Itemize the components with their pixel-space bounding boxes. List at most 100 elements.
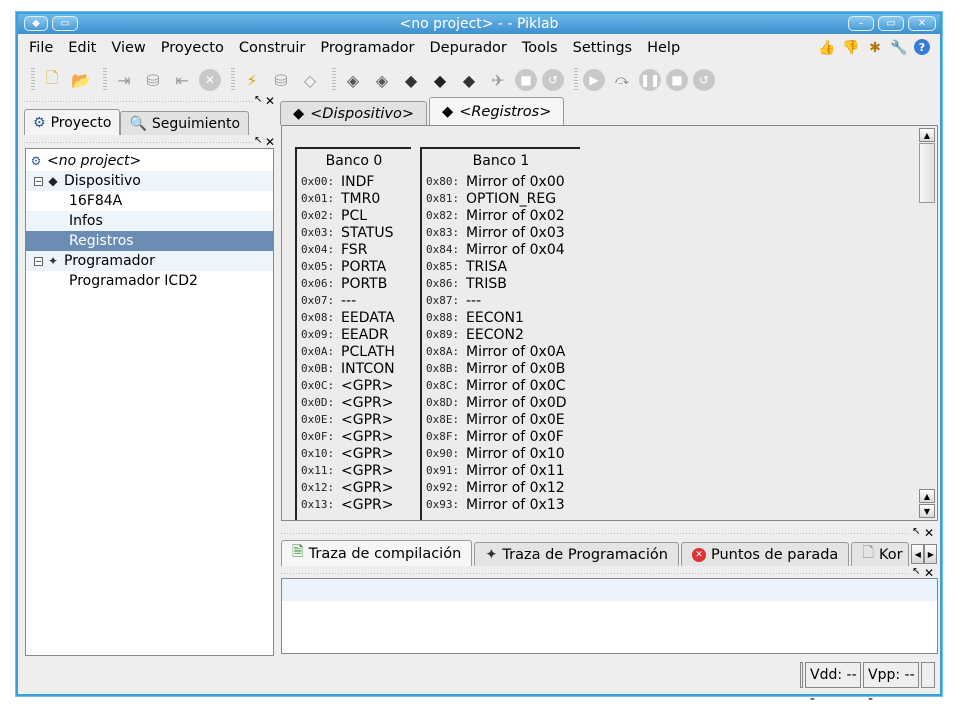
database-icon[interactable]: ⛁ [141, 68, 165, 92]
tab-scroll-right-button[interactable]: ▶ [924, 544, 938, 564]
vertical-scrollbar[interactable]: ▲ ▲ ▼ [919, 128, 935, 518]
title-bar[interactable]: ◆ ▭ <no project> - - Piklab – ▭ ✕ [18, 14, 940, 34]
pause-icon[interactable]: ❚❚ [639, 69, 661, 91]
dock-close-icon[interactable]: ✕ [924, 526, 934, 540]
register-row[interactable]: 0x00: INDF [297, 173, 411, 190]
tree-item-programador[interactable]: − ✦ Programador [26, 251, 273, 271]
menu-proyecto[interactable]: Proyecto [161, 40, 224, 56]
tree-item-dispositivo[interactable]: − ◆ Dispositivo [26, 171, 273, 191]
verify-icon[interactable]: ◆ [428, 68, 452, 92]
dock-close-icon[interactable]: ✕ [265, 135, 275, 149]
step-icon[interactable]: ⤼ [610, 68, 634, 92]
tab-traza-programacion[interactable]: ✦ Traza de Programación [474, 542, 679, 566]
dock-handle[interactable] [24, 101, 254, 102]
restart-icon[interactable]: ↺ [693, 69, 715, 91]
tab-dispositivo[interactable]: ◆ <Dispositivo> [280, 101, 428, 125]
tree-item-infos[interactable]: Infos [26, 211, 273, 231]
register-row[interactable]: 0x82: Mirror of 0x02 [422, 207, 580, 224]
register-row[interactable]: 0x81: OPTION_REG [422, 190, 580, 207]
menu-help[interactable]: Help [647, 40, 680, 56]
register-row[interactable]: 0x8C: Mirror of 0x0C [422, 377, 580, 394]
register-row[interactable]: 0x8E: Mirror of 0x0E [422, 411, 580, 428]
dock-handle[interactable] [281, 573, 911, 574]
reset-icon[interactable]: ↺ [542, 69, 564, 91]
register-row[interactable]: 0x80: Mirror of 0x00 [422, 173, 580, 190]
undock-icon[interactable]: ↖ [254, 94, 262, 105]
menu-depurador[interactable]: Depurador [430, 40, 507, 56]
undock-icon[interactable]: ↖ [912, 566, 920, 577]
register-row[interactable]: 0x8D: Mirror of 0x0D [422, 394, 580, 411]
window-menu-button[interactable]: ◆ [24, 16, 48, 31]
read-icon[interactable]: ◆ [457, 68, 481, 92]
register-row[interactable]: 0x84: Mirror of 0x04 [422, 241, 580, 258]
scroll-up-button-lower[interactable]: ▲ [919, 489, 935, 503]
dock-handle[interactable] [24, 142, 254, 143]
play-icon[interactable]: ▶ [583, 69, 605, 91]
menu-edit[interactable]: Edit [68, 40, 96, 56]
erase-icon[interactable]: ◈ [370, 68, 394, 92]
bug-icon[interactable]: ✱ [866, 39, 884, 57]
register-row[interactable]: 0x89: EECON2 [422, 326, 580, 343]
register-row[interactable]: 0x02: PCL [297, 207, 411, 224]
tab-kor[interactable]: 🗋 Kor [851, 542, 910, 566]
menu-view[interactable]: View [111, 40, 145, 56]
minimize-button[interactable]: – [848, 16, 874, 31]
register-row[interactable]: 0x8B: Mirror of 0x0B [422, 360, 580, 377]
register-row[interactable]: 0x06: PORTB [297, 275, 411, 292]
menu-file[interactable]: File [29, 40, 53, 56]
build-project-icon[interactable]: ⛁ [269, 68, 293, 92]
register-row[interactable]: 0x92: Mirror of 0x12 [422, 479, 580, 496]
blank-check-icon[interactable]: ✈ [486, 68, 510, 92]
halt-icon[interactable]: ■ [666, 69, 688, 91]
run-icon[interactable]: ■ [515, 69, 537, 91]
menu-programador[interactable]: Programador [320, 40, 414, 56]
thumbs-down-icon[interactable]: 👎 [842, 39, 860, 57]
close-button[interactable]: ✕ [908, 16, 936, 31]
tab-puntos-parada[interactable]: ✕ Puntos de parada [680, 542, 850, 566]
build-icon[interactable]: ⚡ [240, 68, 264, 92]
register-row[interactable]: 0x87: --- [422, 292, 580, 309]
clean-icon[interactable]: ◇ [298, 68, 322, 92]
stop-icon[interactable]: ✕ [199, 69, 221, 91]
register-row[interactable]: 0x0C: <GPR> [297, 377, 411, 394]
export-icon[interactable]: ⇤ [170, 68, 194, 92]
register-row[interactable]: 0x0F: <GPR> [297, 428, 411, 445]
menu-settings[interactable]: Settings [573, 40, 632, 56]
undock-icon[interactable]: ↖ [912, 526, 920, 537]
register-row[interactable]: 0x93: Mirror of 0x13 [422, 496, 580, 513]
register-row[interactable]: 0x0E: <GPR> [297, 411, 411, 428]
tab-seguimiento[interactable]: 🔍 Seguimiento [120, 111, 250, 135]
register-row[interactable]: 0x85: TRISA [422, 258, 580, 275]
menu-construir[interactable]: Construir [239, 40, 306, 56]
undock-icon[interactable]: ↖ [254, 135, 262, 146]
scroll-down-button[interactable]: ▼ [919, 504, 935, 518]
register-row[interactable]: 0x10: <GPR> [297, 445, 411, 462]
register-row[interactable]: 0x07: --- [297, 292, 411, 309]
register-row[interactable]: 0x83: Mirror of 0x03 [422, 224, 580, 241]
scroll-thumb[interactable] [919, 143, 935, 203]
register-row[interactable]: 0x88: EECON1 [422, 309, 580, 326]
register-row[interactable]: 0x04: FSR [297, 241, 411, 258]
register-row[interactable]: 0x11: <GPR> [297, 462, 411, 479]
register-row[interactable]: 0x13: <GPR> [297, 496, 411, 513]
connect-icon[interactable]: ◈ [341, 68, 365, 92]
tab-registros[interactable]: ◆ <Registros> [429, 97, 565, 125]
register-row[interactable]: 0x8F: Mirror of 0x0F [422, 428, 580, 445]
tree-item-registros[interactable]: Registros [26, 231, 273, 251]
collapse-icon[interactable]: − [34, 176, 43, 186]
register-row[interactable]: 0x09: EEADR [297, 326, 411, 343]
register-row[interactable]: 0x08: EEDATA [297, 309, 411, 326]
compile-log-view[interactable] [281, 578, 938, 654]
dock-handle[interactable] [281, 533, 911, 534]
wrench-icon[interactable]: 🔧 [890, 39, 908, 57]
tree-item-device[interactable]: 16F84A [26, 191, 273, 211]
register-row[interactable]: 0x0A: PCLATH [297, 343, 411, 360]
program-icon[interactable]: ◆ [399, 68, 423, 92]
collapse-icon[interactable]: − [34, 256, 43, 266]
register-row[interactable]: 0x0B: INTCON [297, 360, 411, 377]
register-row[interactable]: 0x0D: <GPR> [297, 394, 411, 411]
register-row[interactable]: 0x05: PORTA [297, 258, 411, 275]
help-icon[interactable]: ? [914, 39, 930, 55]
register-row[interactable]: 0x86: TRISB [422, 275, 580, 292]
register-row[interactable]: 0x03: STATUS [297, 224, 411, 241]
